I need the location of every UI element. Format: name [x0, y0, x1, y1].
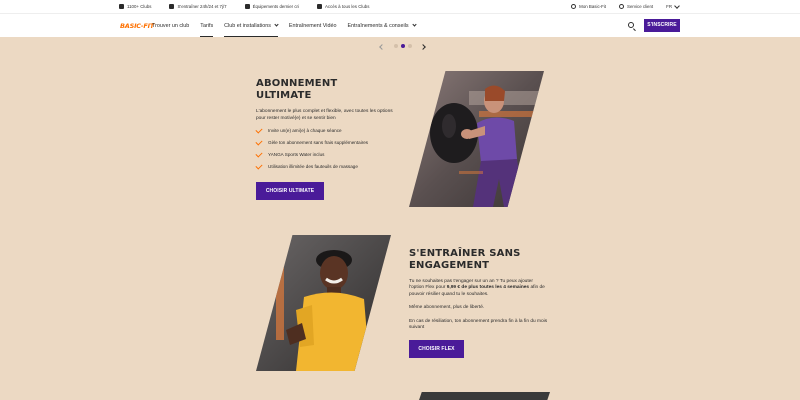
boxing-image: [409, 71, 544, 207]
language-label: FR: [666, 4, 672, 9]
title-line: S'ENTRAÎNER SANS: [409, 248, 521, 259]
perk-label: S'entraîner 24h/24 et 7j/7: [177, 4, 227, 9]
nav-item-label: Trouver un club: [152, 23, 190, 29]
check-icon: [255, 150, 263, 158]
card-icon: [317, 4, 322, 9]
smiling-woman-photo: [256, 235, 391, 371]
perk-label: Accès à tous les Clubs: [325, 4, 370, 9]
feature-item: YANGA Sports Water inclus: [255, 150, 396, 158]
perk-24-7: S'entraîner 24h/24 et 7j/7: [169, 4, 227, 9]
main-navigation: BASIC-FIT Trouver un club Tarifs Club et…: [0, 13, 800, 37]
flex-paragraph-offer: Tu ne souhaites pas t'engager sur un an …: [409, 279, 549, 298]
chevron-right-icon[interactable]: [421, 43, 427, 49]
help-icon: [619, 4, 625, 9]
feature-label: Gèle ton abonnement sans frais supplémen…: [268, 140, 369, 146]
nav-item-label: Club et installations: [224, 23, 271, 29]
club-icon: [119, 4, 124, 9]
portrait-image: [256, 235, 391, 371]
nav-menu: Trouver un club Tarifs Club et installat…: [152, 14, 427, 38]
nav-item-label: Entraînements & conseils: [347, 23, 409, 29]
flex-paragraph-freedom: Même abonnement, plus de liberté.: [409, 305, 485, 311]
carousel-controls: [378, 43, 427, 49]
nav-item-label: Tarifs: [200, 23, 214, 29]
check-icon: [255, 162, 263, 170]
ultimate-description: L'abonnement le plus complet et flexible…: [256, 109, 393, 121]
user-icon: [571, 4, 577, 9]
carousel-dot[interactable]: [407, 44, 412, 48]
perk-label: 1100+ Clubs: [127, 4, 152, 9]
title-line: ENGAGEMENT: [409, 260, 490, 271]
offer-price: 9,99 € de plus toutes les 4 semaines: [446, 285, 530, 291]
feature-item: Utilisation illimitée des fauteuils de m…: [255, 162, 396, 170]
chevron-down-icon: [411, 22, 417, 27]
chevron-down-icon: [274, 22, 279, 27]
ultimate-title: ABONNEMENT ULTIMATE: [256, 78, 396, 102]
nav-item-club-facilities[interactable]: Club et installations: [224, 14, 279, 38]
top-utility-bar: 1100+ Clubs S'entraîner 24h/24 et 7j/7 É…: [0, 0, 800, 13]
choose-ultimate-button[interactable]: CHOISIR ULTIMATE: [256, 182, 324, 200]
clock-icon: [169, 4, 175, 9]
ultimate-features: Invite un(e) ami(e) à chaque séance Gèle…: [255, 126, 396, 170]
carousel-dot[interactable]: [393, 44, 398, 48]
check-icon: [255, 126, 263, 134]
ultimate-section: ABONNEMENT ULTIMATE L'abonnement le plus…: [255, 78, 396, 176]
title-line: ULTIMATE: [256, 90, 312, 101]
feature-label: YANGA Sports Water inclus: [268, 152, 325, 158]
dumbbell-icon: [244, 4, 250, 9]
my-account-label: Mon Basic-Fit: [579, 4, 607, 9]
perk-equipment: Équipements dernier cri: [244, 4, 299, 9]
flex-title: S'ENTRAÎNER SANS ENGAGEMENT: [409, 248, 549, 272]
customer-service-link[interactable]: Service client: [619, 4, 653, 9]
carousel-dot-active[interactable]: [400, 44, 405, 48]
chevron-left-icon[interactable]: [378, 43, 384, 49]
utility-links: Mon Basic-Fit Service client FR: [558, 4, 679, 9]
nav-item-training-tips[interactable]: Entraînements & conseils: [347, 14, 417, 38]
perk-label: Équipements dernier cri: [252, 4, 299, 9]
flex-section: S'ENTRAÎNER SANS ENGAGEMENT Tu ne souhai…: [409, 248, 549, 331]
choose-flex-button[interactable]: CHOISIR FLEX: [409, 340, 464, 358]
nav-item-label: Entraînement Vidéo: [288, 23, 337, 29]
search-icon[interactable]: [628, 22, 634, 28]
feature-item: Gèle ton abonnement sans frais supplémen…: [255, 138, 396, 146]
signup-button[interactable]: S'INSCRIRE: [644, 19, 680, 32]
nav-item-video-training[interactable]: Entraînement Vidéo: [289, 14, 337, 38]
customer-service-label: Service client: [627, 4, 654, 9]
title-line: ABONNEMENT: [256, 78, 338, 89]
check-icon: [255, 138, 263, 146]
perk-access: Accès à tous les Clubs: [317, 4, 369, 9]
perk-clubs: 1100+ Clubs: [119, 4, 151, 9]
carousel-dots: [392, 44, 413, 48]
nav-item-pricing[interactable]: Tarifs: [200, 14, 213, 38]
flex-paragraph-cancellation: En cas de résiliation, ton abonnement pr…: [409, 318, 548, 331]
my-account-link[interactable]: Mon Basic-Fit: [571, 4, 606, 9]
gym-boxing-photo: [409, 71, 544, 207]
language-selector[interactable]: FR: [666, 4, 679, 9]
feature-label: Invite un(e) ami(e) à chaque séance: [268, 128, 342, 134]
next-section-photo: [415, 392, 550, 400]
nav-item-find-club[interactable]: Trouver un club: [152, 14, 189, 38]
feature-item: Invite un(e) ami(e) à chaque séance: [255, 126, 396, 134]
feature-label: Utilisation illimitée des fauteuils de m…: [268, 164, 358, 170]
basic-fit-logo[interactable]: BASIC-FIT: [120, 22, 154, 30]
